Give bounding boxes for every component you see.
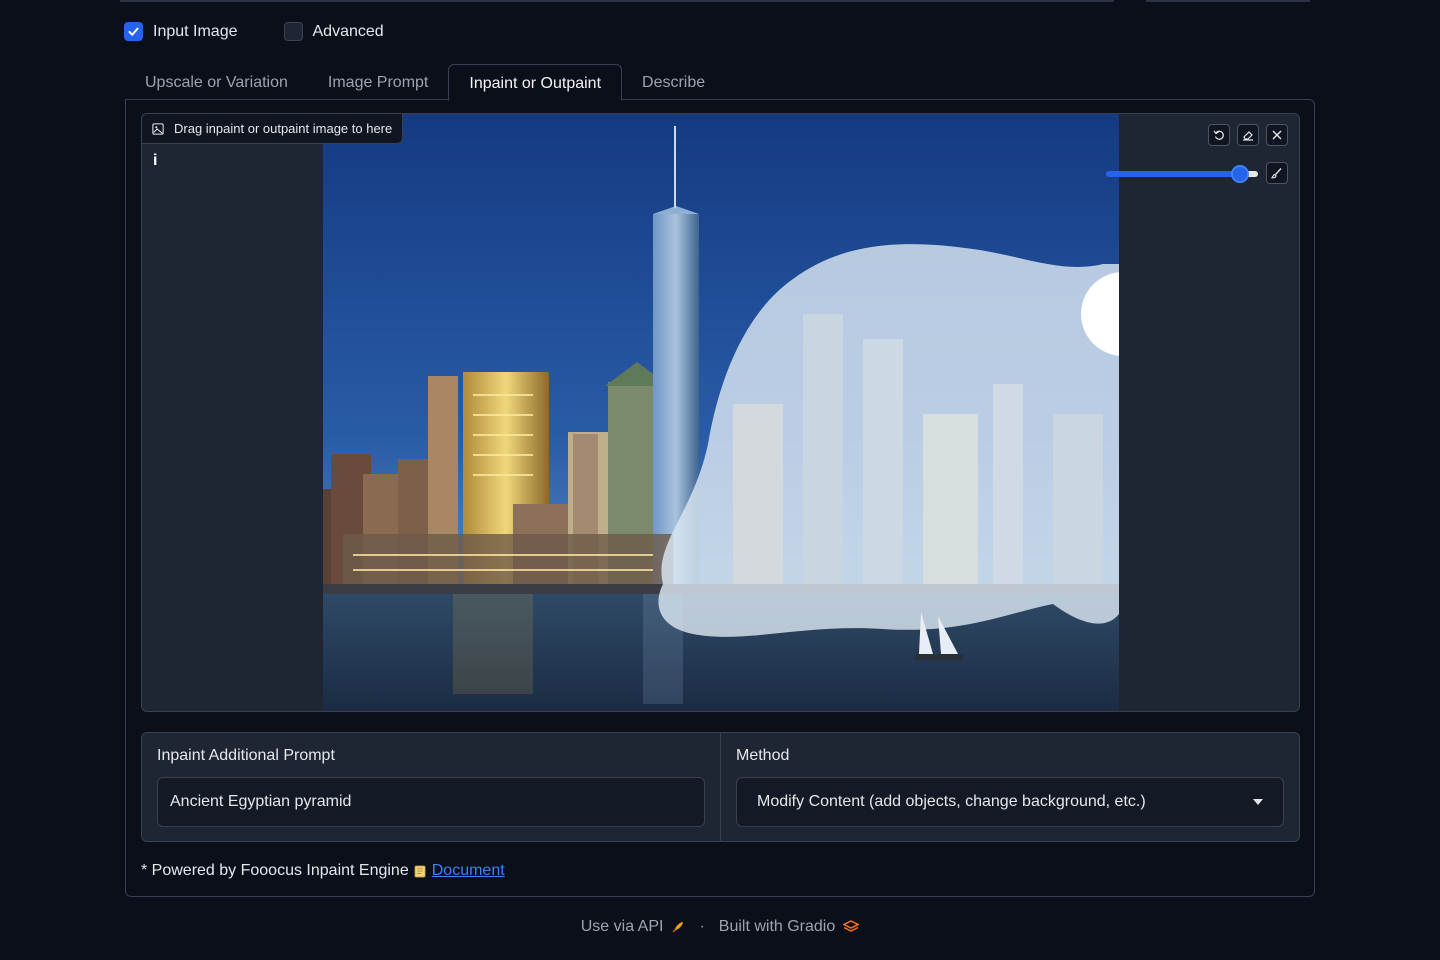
inpaint-options: Inpaint Additional Prompt Ancient Egypti…	[141, 732, 1300, 842]
method-block: Method Modify Content (add objects, chan…	[720, 733, 1299, 841]
powered-by-note: * Powered by Fooocus Inpaint Engine Docu…	[141, 862, 505, 880]
brush-icon	[1271, 168, 1282, 179]
inpaint-prompt-block: Inpaint Additional Prompt Ancient Egypti…	[142, 733, 720, 841]
built-with-gradio-label: Built with Gradio	[718, 918, 836, 935]
eraser-button[interactable]	[1237, 124, 1259, 146]
tab-describe[interactable]: Describe	[622, 64, 725, 100]
eraser-icon	[1243, 131, 1253, 141]
inpaint-panel: Drag inpaint or outpaint image to here i	[125, 99, 1315, 897]
editor-toolbar	[1208, 124, 1288, 146]
checkbox-row: Input Image Advanced	[124, 22, 384, 41]
chevron-down-icon	[1253, 799, 1263, 805]
undo-icon	[1213, 130, 1224, 140]
advanced-label: Advanced	[312, 22, 384, 40]
image-upload-label: Drag inpaint or outpaint image to here	[142, 114, 404, 144]
tab-upscale-or-variation[interactable]: Upscale or Variation	[125, 64, 308, 100]
tab-image-prompt[interactable]: Image Prompt	[308, 64, 448, 100]
method-selected-value: Modify Content (add objects, change back…	[757, 793, 1146, 810]
drag-label-text: Drag inpaint or outpaint image to here	[174, 121, 393, 136]
brush-size-slider[interactable]	[1106, 165, 1258, 183]
info-icon[interactable]: i	[153, 152, 161, 170]
slider-knob[interactable]	[1231, 165, 1249, 183]
top-divider-left	[120, 0, 1114, 2]
checkbox-checked-icon[interactable]	[124, 22, 143, 41]
method-dropdown[interactable]: Modify Content (add objects, change back…	[736, 777, 1284, 827]
image-editor[interactable]: Drag inpaint or outpaint image to here i	[141, 113, 1300, 712]
scroll-icon	[414, 865, 426, 877]
advanced-checkbox[interactable]: Advanced	[283, 22, 384, 41]
brush-button[interactable]	[1266, 162, 1288, 184]
tab-bar: Upscale or Variation Image Prompt Inpain…	[125, 64, 725, 101]
inpaint-prompt-input[interactable]: Ancient Egyptian pyramid	[157, 777, 705, 827]
powered-by-text: * Powered by Fooocus Inpaint Engine	[141, 862, 409, 879]
undo-button[interactable]	[1208, 124, 1230, 146]
top-divider-right	[1146, 0, 1310, 2]
footer-separator: ·	[699, 918, 705, 935]
use-via-api-link[interactable]: Use via API	[581, 918, 686, 936]
built-with-gradio-link[interactable]: Built with Gradio	[719, 918, 860, 936]
close-icon	[1272, 130, 1282, 140]
gradio-logo-icon	[843, 920, 860, 932]
method-label: Method	[736, 747, 790, 764]
rocket-icon	[672, 922, 684, 933]
inpaint-prompt-label: Inpaint Additional Prompt	[157, 747, 335, 764]
checkbox-unchecked-icon[interactable]	[283, 22, 303, 41]
tab-inpaint-or-outpaint[interactable]: Inpaint or Outpaint	[448, 64, 623, 101]
input-image-label: Input Image	[153, 22, 238, 40]
use-via-api-label: Use via API	[580, 918, 664, 935]
input-image-checkbox[interactable]: Input Image	[124, 22, 238, 41]
image-icon	[152, 122, 164, 135]
document-link[interactable]: Document	[432, 862, 505, 880]
footer: Use via API · Built with Gradio	[0, 918, 1440, 936]
inpaint-canvas[interactable]	[323, 114, 1119, 711]
clear-button[interactable]	[1266, 124, 1288, 146]
